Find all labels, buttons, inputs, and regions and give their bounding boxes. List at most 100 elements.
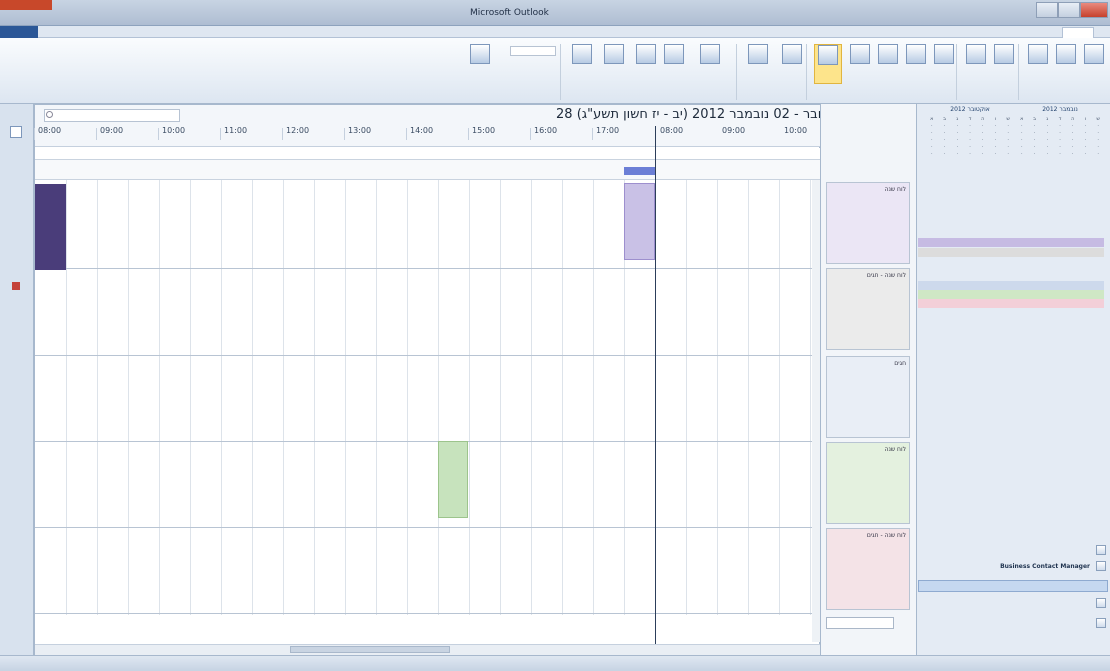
mini-calendar-day[interactable]: ·	[977, 151, 989, 157]
contacts-icon[interactable]	[1096, 598, 1106, 608]
mini-calendar-day[interactable]: ·	[964, 151, 976, 157]
mini-calendar-day[interactable]: ·	[1016, 144, 1028, 150]
publish-online-button[interactable]	[632, 44, 660, 84]
mini-calendar-day[interactable]: ·	[990, 130, 1002, 136]
file-tab[interactable]	[0, 26, 38, 38]
mini-calendar-day[interactable]: ·	[964, 130, 976, 136]
mini-calendar-day[interactable]: ·	[977, 137, 989, 143]
mini-calendar-day[interactable]: ·	[939, 123, 951, 129]
mini-calendar-day[interactable]: ·	[939, 144, 951, 150]
vertical-scrollbar[interactable]	[812, 180, 820, 642]
mini-calendar-day[interactable]: ·	[964, 144, 976, 150]
mini-calendar-day[interactable]: ·	[1029, 137, 1041, 143]
month-view-button[interactable]	[846, 44, 874, 84]
work-week-button[interactable]	[902, 44, 930, 84]
nav-calendar-active[interactable]	[918, 580, 1108, 592]
mini-calendar-day[interactable]: ·	[977, 144, 989, 150]
mini-calendar-day[interactable]: ·	[1029, 130, 1041, 136]
mini-calendar-day[interactable]: ·	[1002, 137, 1014, 143]
mail-icon[interactable]	[1096, 545, 1106, 555]
mini-calendar-day[interactable]: ·	[1002, 130, 1014, 136]
calendar-entry-gray[interactable]	[918, 248, 1104, 257]
calendar-row-label[interactable]: לוח שנה - חגים	[826, 528, 910, 610]
tab-folder[interactable]	[978, 27, 1002, 38]
mini-calendar-day[interactable]: ·	[1092, 137, 1104, 143]
mini-calendar-day[interactable]: ·	[926, 137, 938, 143]
horizontal-scroll-thumb[interactable]	[290, 646, 450, 653]
mini-calendar[interactable]: אוקטובר 2012 א ב ג ד ה ו ש · · · · · · · · · · · · · · · · · · · ·…	[926, 106, 1014, 196]
expand-pane-icon[interactable]	[10, 110, 22, 120]
mini-calendar-day[interactable]: ·	[1092, 151, 1104, 157]
add-calendar-input[interactable]	[826, 617, 894, 629]
mini-calendar-day[interactable]: ·	[1016, 137, 1028, 143]
today-button[interactable]	[990, 44, 1018, 84]
mini-calendar-day[interactable]: ·	[1067, 151, 1079, 157]
calendar-row-label[interactable]: לוח שנה - חגים	[826, 268, 910, 350]
address-book-button[interactable]	[510, 60, 556, 70]
close-button[interactable]	[1080, 2, 1108, 18]
mini-calendar-day[interactable]: ·	[990, 137, 1002, 143]
day-view-button[interactable]	[930, 44, 958, 84]
back-arrow-icon[interactable]	[800, 110, 806, 118]
find-contact-input[interactable]	[510, 46, 556, 56]
mini-calendar-day[interactable]: ·	[1067, 137, 1079, 143]
appointment[interactable]	[624, 167, 655, 175]
calendar-row-label[interactable]: לוח שנה	[826, 182, 910, 264]
mini-calendar-day[interactable]: ·	[1054, 123, 1066, 129]
mini-calendar-day[interactable]: ·	[951, 151, 963, 157]
mini-calendar-day[interactable]: ·	[1054, 137, 1066, 143]
week-view-button[interactable]	[874, 44, 902, 84]
mini-calendar-day[interactable]: ·	[1041, 130, 1053, 136]
minimize-button[interactable]	[1036, 2, 1058, 18]
calendar-entry-blue[interactable]	[918, 281, 1104, 290]
shared-calendars-group[interactable]	[1004, 260, 1102, 269]
appointment[interactable]	[624, 183, 655, 260]
mini-calendar-day[interactable]: ·	[926, 130, 938, 136]
mini-calendar-day[interactable]: ·	[1054, 130, 1066, 136]
calendar-groups-button[interactable]	[744, 44, 772, 84]
tab-home[interactable]	[1062, 27, 1094, 38]
mini-calendar-day[interactable]: ·	[1080, 151, 1092, 157]
mini-calendar-day[interactable]: ·	[926, 144, 938, 150]
mini-calendar-day[interactable]: ·	[926, 123, 938, 129]
calendar-row-label[interactable]: חגים	[826, 356, 910, 438]
mini-calendar-day[interactable]: ·	[964, 123, 976, 129]
mini-calendar-day[interactable]: ·	[964, 137, 976, 143]
schedule-view-button[interactable]	[814, 44, 842, 84]
mini-calendar-day[interactable]: ·	[1002, 123, 1014, 129]
mini-calendar-day[interactable]: ·	[977, 123, 989, 129]
mini-calendar-day[interactable]: ·	[1029, 151, 1041, 157]
maximize-button[interactable]	[1058, 2, 1080, 18]
search-people-icon[interactable]	[898, 618, 908, 628]
nav-business-contact-manager[interactable]: Business Contact Manager	[960, 563, 1090, 570]
calendar-entry-pink[interactable]	[918, 299, 1104, 308]
mini-calendar-day[interactable]: ·	[1029, 123, 1041, 129]
mini-calendar-day[interactable]: ·	[990, 123, 1002, 129]
appointment[interactable]	[35, 184, 66, 270]
appointment[interactable]	[438, 441, 468, 518]
mini-calendar-day[interactable]: ·	[1067, 144, 1079, 150]
mini-calendar-day[interactable]: ·	[1080, 130, 1092, 136]
mini-calendar-day[interactable]: ·	[951, 137, 963, 143]
open-calendar-button[interactable]	[568, 44, 596, 84]
mini-calendar-day[interactable]: ·	[1041, 123, 1053, 129]
calendar-row-label[interactable]: לוח שנה	[826, 442, 910, 524]
forward-arrow-icon[interactable]	[812, 110, 818, 118]
calendar-permissions-button[interactable]	[600, 44, 628, 84]
mini-calendar-day[interactable]: ·	[1092, 123, 1104, 129]
tasks-icon[interactable]	[1096, 618, 1106, 628]
mini-calendar-day[interactable]: ·	[939, 151, 951, 157]
mini-calendar-day[interactable]: ·	[1067, 130, 1079, 136]
mini-calendar-day[interactable]: ·	[977, 130, 989, 136]
mini-calendar-day[interactable]: ·	[939, 137, 951, 143]
mini-calendar-day[interactable]: ·	[1080, 137, 1092, 143]
mini-calendar-day[interactable]: ·	[951, 130, 963, 136]
mini-calendar-day[interactable]: ·	[1054, 144, 1066, 150]
mini-calendar-day[interactable]: ·	[951, 123, 963, 129]
mini-calendar-day[interactable]: ·	[1029, 144, 1041, 150]
other-calendars-group[interactable]	[990, 270, 1102, 279]
mini-calendar-day[interactable]: ·	[926, 151, 938, 157]
search-calendar-input[interactable]	[44, 109, 180, 122]
my-calendars-group[interactable]	[1020, 226, 1102, 235]
calendar-entry-purple[interactable]	[918, 238, 1104, 247]
